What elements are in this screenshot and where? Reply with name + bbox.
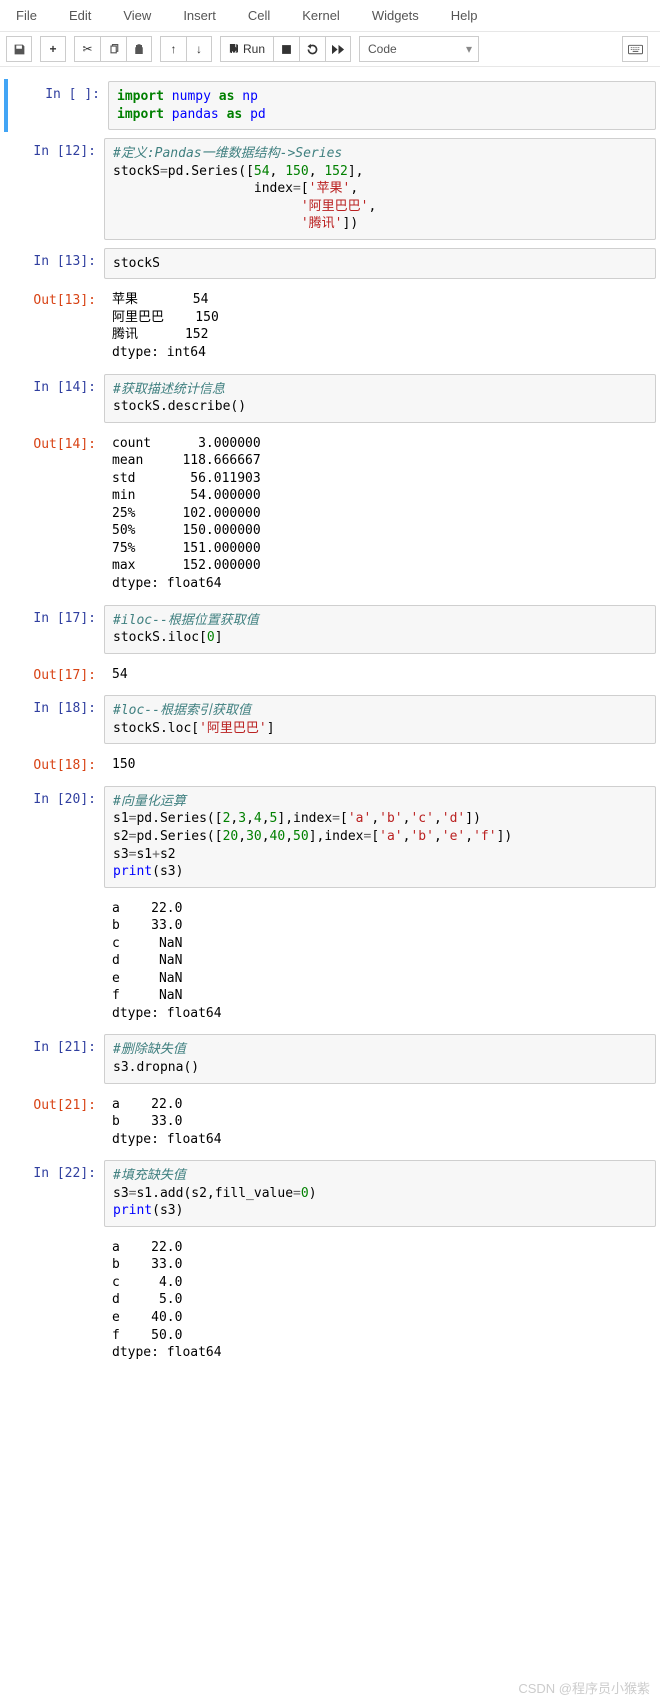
out-prompt: Out[18]: — [4, 752, 104, 778]
menu-edit[interactable]: Edit — [53, 2, 107, 29]
menu-file[interactable]: File — [0, 2, 53, 29]
in-prompt: In [14]: — [4, 374, 104, 423]
code-input[interactable]: #定义:Pandas一维数据结构->Series stockS=pd.Serie… — [104, 138, 656, 240]
code-input[interactable]: import numpy as np import pandas as pd — [108, 81, 656, 130]
run-label: Run — [243, 42, 265, 56]
code-cell[interactable]: In [13]:stockS — [4, 246, 656, 282]
cut-button[interactable]: ✂ — [74, 36, 100, 62]
code-cell[interactable]: In [ ]:import numpy as np import pandas … — [4, 79, 656, 132]
arrow-down-icon: ↓ — [196, 42, 202, 56]
output-row: Out[13]:苹果 54 阿里巴巴 150 腾讯 152 dtype: int… — [4, 285, 656, 367]
code-input[interactable]: #获取描述统计信息 stockS.describe() — [104, 374, 656, 423]
output-row: Out[21]:a 22.0 b 33.0 dtype: float64 — [4, 1090, 656, 1155]
paste-icon — [133, 43, 145, 56]
cut-icon: ✂ — [82, 42, 92, 56]
save-icon — [13, 43, 26, 56]
result-output: 苹果 54 阿里巴巴 150 腾讯 152 dtype: int64 — [104, 287, 656, 365]
code-input[interactable]: #删除缺失值 s3.dropna() — [104, 1034, 656, 1083]
code-cell[interactable]: In [20]:#向量化运算 s1=pd.Series([2,3,4,5],in… — [4, 784, 656, 890]
menu-kernel[interactable]: Kernel — [286, 2, 356, 29]
result-output: a 22.0 b 33.0 dtype: float64 — [104, 1092, 656, 1153]
menubar: File Edit View Insert Cell Kernel Widget… — [0, 0, 660, 32]
result-output: count 3.000000 mean 118.666667 std 56.01… — [104, 431, 656, 597]
output-row: Out[18]:150 — [4, 750, 656, 780]
empty-prompt — [4, 896, 104, 1027]
add-cell-button[interactable]: + — [40, 36, 66, 62]
paste-button[interactable] — [126, 36, 152, 62]
code-cell[interactable]: In [21]:#删除缺失值 s3.dropna() — [4, 1032, 656, 1085]
in-prompt: In [12]: — [4, 138, 104, 240]
copy-button[interactable] — [100, 36, 126, 62]
result-output: 150 — [104, 752, 656, 778]
menu-insert[interactable]: Insert — [167, 2, 232, 29]
output-row: Out[14]:count 3.000000 mean 118.666667 s… — [4, 429, 656, 599]
cell-type-select[interactable]: Code — [359, 36, 479, 62]
in-prompt: In [17]: — [4, 605, 104, 654]
code-input[interactable]: #向量化运算 s1=pd.Series([2,3,4,5],index=['a'… — [104, 786, 656, 888]
code-input[interactable]: #填充缺失值 s3=s1.add(s2,fill_value=0) print(… — [104, 1160, 656, 1227]
output-row: Out[17]:54 — [4, 660, 656, 690]
in-prompt: In [22]: — [4, 1160, 104, 1227]
toolbar: + ✂ ↑ ↓ Run Code — [0, 32, 660, 67]
cell-type-value: Code — [368, 42, 397, 56]
stdout-output: a 22.0 b 33.0 c 4.0 d 5.0 e 40.0 f 50.0 … — [104, 1235, 656, 1366]
menu-help[interactable]: Help — [435, 2, 494, 29]
menu-view[interactable]: View — [107, 2, 167, 29]
save-button[interactable] — [6, 36, 32, 62]
arrow-up-icon: ↑ — [171, 42, 177, 56]
stop-icon — [281, 44, 292, 55]
code-input[interactable]: #loc--根据索引获取值 stockS.loc['阿里巴巴'] — [104, 695, 656, 744]
fast-forward-icon — [332, 44, 345, 55]
out-prompt: Out[14]: — [4, 431, 104, 597]
in-prompt: In [20]: — [4, 786, 104, 888]
move-up-button[interactable]: ↑ — [160, 36, 186, 62]
notebook: In [ ]:import numpy as np import pandas … — [0, 67, 660, 1392]
code-input[interactable]: stockS — [104, 248, 656, 280]
keyboard-icon — [628, 44, 643, 55]
restart-icon — [306, 43, 319, 56]
empty-prompt — [4, 1235, 104, 1366]
restart-run-all-button[interactable] — [325, 36, 351, 62]
code-input[interactable]: #iloc--根据位置获取值 stockS.iloc[0] — [104, 605, 656, 654]
watermark: CSDN @程序员小猴紫 — [518, 1678, 650, 1697]
stdout-output: a 22.0 b 33.0 c NaN d NaN e NaN f NaN dt… — [104, 896, 656, 1027]
stdout-row: a 22.0 b 33.0 c NaN d NaN e NaN f NaN dt… — [4, 894, 656, 1029]
code-cell[interactable]: In [18]:#loc--根据索引获取值 stockS.loc['阿里巴巴'] — [4, 693, 656, 746]
in-prompt: In [21]: — [4, 1034, 104, 1083]
restart-button[interactable] — [299, 36, 325, 62]
run-icon — [229, 44, 239, 54]
in-prompt: In [13]: — [4, 248, 104, 280]
out-prompt: Out[17]: — [4, 662, 104, 688]
menu-cell[interactable]: Cell — [232, 2, 286, 29]
result-output: 54 — [104, 662, 656, 688]
move-down-button[interactable]: ↓ — [186, 36, 212, 62]
out-prompt: Out[13]: — [4, 287, 104, 365]
plus-icon: + — [49, 42, 56, 56]
out-prompt: Out[21]: — [4, 1092, 104, 1153]
in-prompt: In [18]: — [4, 695, 104, 744]
code-cell[interactable]: In [12]:#定义:Pandas一维数据结构->Series stockS=… — [4, 136, 656, 242]
in-prompt: In [ ]: — [8, 81, 108, 130]
copy-icon — [108, 43, 120, 55]
command-palette-button[interactable] — [622, 36, 648, 62]
interrupt-button[interactable] — [273, 36, 299, 62]
menu-widgets[interactable]: Widgets — [356, 2, 435, 29]
stdout-row: a 22.0 b 33.0 c 4.0 d 5.0 e 40.0 f 50.0 … — [4, 1233, 656, 1368]
code-cell[interactable]: In [17]:#iloc--根据位置获取值 stockS.iloc[0] — [4, 603, 656, 656]
code-cell[interactable]: In [22]:#填充缺失值 s3=s1.add(s2,fill_value=0… — [4, 1158, 656, 1229]
code-cell[interactable]: In [14]:#获取描述统计信息 stockS.describe() — [4, 372, 656, 425]
run-button[interactable]: Run — [220, 36, 273, 62]
